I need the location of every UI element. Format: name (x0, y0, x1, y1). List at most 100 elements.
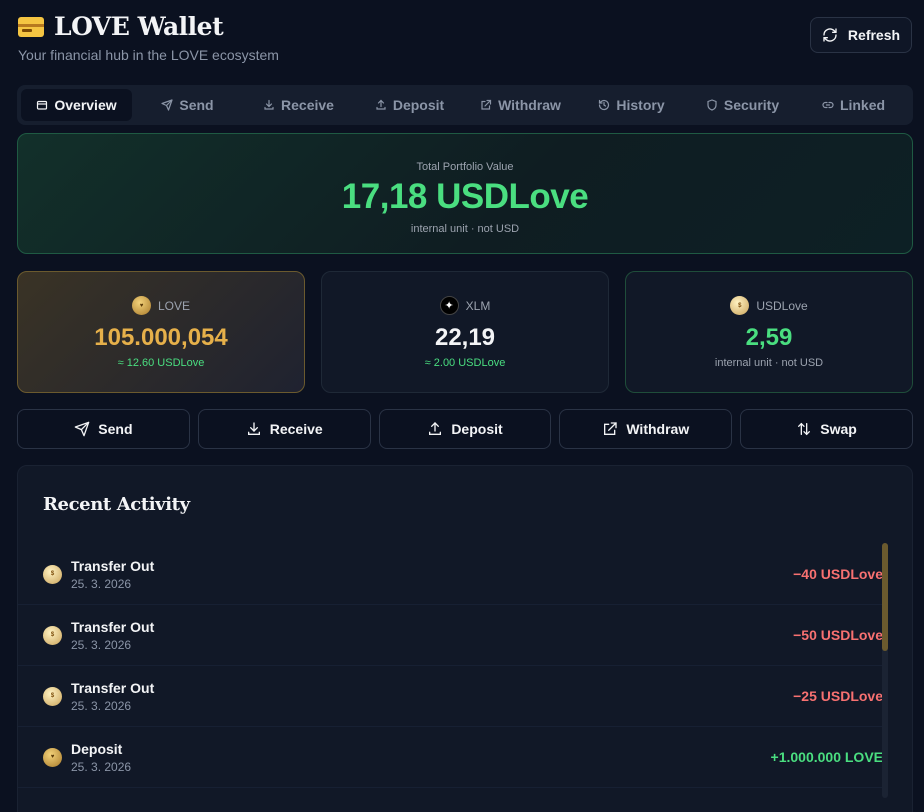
tab-label: Overview (54, 97, 117, 113)
tab-label: Deposit (392, 97, 445, 113)
tab-overview[interactable]: Overview (21, 89, 132, 121)
tab-bar: Overview Send Receive Deposit Withdraw H… (17, 85, 913, 125)
tab-receive[interactable]: Receive (243, 89, 354, 121)
tab-label: Security (723, 97, 780, 113)
activity-amount: −40 USDLove (793, 566, 883, 582)
send-button[interactable]: Send (17, 409, 190, 449)
portfolio-value: 17,18 USDLove (341, 177, 589, 216)
shield-icon (707, 99, 717, 111)
love-coin-icon: ♥ (43, 747, 62, 767)
activity-date: 25. 3. 2026 (71, 759, 132, 774)
tab-security[interactable]: Security (687, 89, 798, 121)
tab-label: History (616, 97, 665, 113)
usdlove-coin-icon: $ (43, 625, 62, 645)
usdlove-coin-icon: $ (43, 564, 62, 584)
portfolio-card: Total Portfolio Value 17,18 USDLove inte… (17, 133, 913, 254)
external-link-icon (481, 99, 492, 110)
activity-title: Recent Activity (43, 494, 190, 515)
refresh-label: Refresh (847, 27, 901, 43)
refresh-icon (823, 28, 837, 42)
asset-head: ♥ LOVE (18, 296, 304, 315)
upload-icon (429, 422, 442, 435)
activity-date: 25. 3. 2026 (71, 698, 132, 713)
button-label: Deposit (451, 421, 503, 437)
activity-amount: +1.000.000 LOVE (770, 749, 883, 765)
app-header: LOVE Wallet Your financial hub in the LO… (18, 12, 912, 68)
refresh-button[interactable]: Refresh (810, 17, 912, 53)
portfolio-note: internal unit · not USD (410, 223, 520, 235)
tab-label: Linked (839, 97, 886, 113)
activity-date: 25. 3. 2026 (71, 576, 132, 591)
activity-name: Deposit (71, 740, 123, 757)
button-label: Withdraw (626, 421, 690, 437)
wallet-icon (37, 100, 48, 110)
asset-head: ✦ XLM (322, 296, 608, 315)
asset-amount: 22,19 (434, 324, 496, 351)
upload-icon (376, 99, 386, 110)
wallet-card-icon (18, 16, 44, 37)
asset-cards: ♥ LOVE 105.000,054 ≈ 12.60 USDLove ✦ XLM… (17, 271, 913, 393)
list-item[interactable]: ♥ Deposit 25. 3. 2026 +1.000.000 LOVE (18, 727, 886, 788)
asset-amount: 105.000,054 (94, 324, 228, 351)
activity-amount: −25 USDLove (793, 688, 883, 704)
activity-name: Transfer Out (71, 557, 155, 574)
scrollbar-thumb[interactable] (882, 543, 888, 651)
download-icon (264, 99, 274, 110)
receive-button[interactable]: Receive (197, 409, 371, 449)
link-icon (822, 101, 834, 109)
tab-label: Send (179, 97, 214, 113)
activity-list: $ Transfer Out 25. 3. 2026 −40 USDLove $… (18, 544, 886, 788)
love-coin-icon: ♥ (131, 296, 151, 315)
asset-head: $ USDLove (626, 296, 912, 315)
swap-icon (798, 422, 811, 436)
page-subtitle: Your financial hub in the LOVE ecosystem (18, 47, 279, 63)
recent-activity-panel: Recent Activity $ Transfer Out 25. 3. 20… (17, 465, 913, 812)
asset-amount: 2,59 (745, 324, 793, 351)
send-icon (161, 99, 173, 111)
title-row: LOVE Wallet (18, 12, 912, 41)
history-icon (599, 99, 610, 111)
download-icon (247, 422, 260, 435)
quick-actions: Send Receive Deposit Withdraw Swap (17, 409, 913, 449)
usdlove-coin-icon: $ (730, 296, 750, 315)
activity-info: Transfer Out 25. 3. 2026 (71, 680, 154, 713)
asset-conversion: ≈ 12.60 USDLove (117, 357, 205, 369)
list-item[interactable]: $ Transfer Out 25. 3. 2026 −25 USDLove (18, 666, 886, 727)
asset-conversion: ≈ 2.00 USDLove (424, 357, 506, 369)
portfolio-label: Total Portfolio Value (416, 161, 514, 173)
asset-name: USDLove (756, 298, 808, 313)
external-link-icon (604, 422, 618, 435)
activity-name: Transfer Out (71, 618, 155, 635)
activity-info: Transfer Out 25. 3. 2026 (71, 558, 154, 591)
button-label: Receive (269, 421, 323, 437)
activity-info: Transfer Out 25. 3. 2026 (71, 619, 154, 652)
usdlove-coin-icon: $ (43, 686, 62, 706)
asset-card-xlm[interactable]: ✦ XLM 22,19 ≈ 2.00 USDLove (321, 271, 609, 393)
asset-name: LOVE (157, 298, 190, 313)
activity-scrollbar[interactable] (882, 543, 888, 798)
button-label: Send (98, 421, 133, 437)
button-label: Swap (820, 421, 857, 437)
send-icon (74, 421, 90, 437)
asset-note: internal unit · not USD (714, 357, 824, 369)
asset-card-usdlove[interactable]: $ USDLove 2,59 internal unit · not USD (625, 271, 913, 393)
tab-label: Receive (281, 97, 334, 113)
stellar-icon: ✦ (439, 296, 459, 315)
list-item[interactable]: $ Transfer Out 25. 3. 2026 −40 USDLove (18, 544, 886, 605)
tab-linked[interactable]: Linked (798, 89, 909, 121)
tab-withdraw[interactable]: Withdraw (465, 89, 576, 121)
page-title: LOVE Wallet (54, 12, 224, 41)
activity-info: Deposit 25. 3. 2026 (71, 741, 131, 774)
tab-send[interactable]: Send (132, 89, 243, 121)
activity-name: Transfer Out (71, 679, 155, 696)
swap-button[interactable]: Swap (740, 409, 913, 449)
withdraw-button[interactable]: Withdraw (559, 409, 733, 449)
asset-card-love[interactable]: ♥ LOVE 105.000,054 ≈ 12.60 USDLove (17, 271, 305, 393)
list-item[interactable]: $ Transfer Out 25. 3. 2026 −50 USDLove (18, 605, 886, 666)
tab-history[interactable]: History (576, 89, 687, 121)
deposit-button[interactable]: Deposit (378, 409, 552, 449)
activity-date: 25. 3. 2026 (71, 637, 132, 652)
tab-label: Withdraw (498, 97, 561, 113)
tab-deposit[interactable]: Deposit (354, 89, 465, 121)
activity-amount: −50 USDLove (793, 627, 883, 643)
